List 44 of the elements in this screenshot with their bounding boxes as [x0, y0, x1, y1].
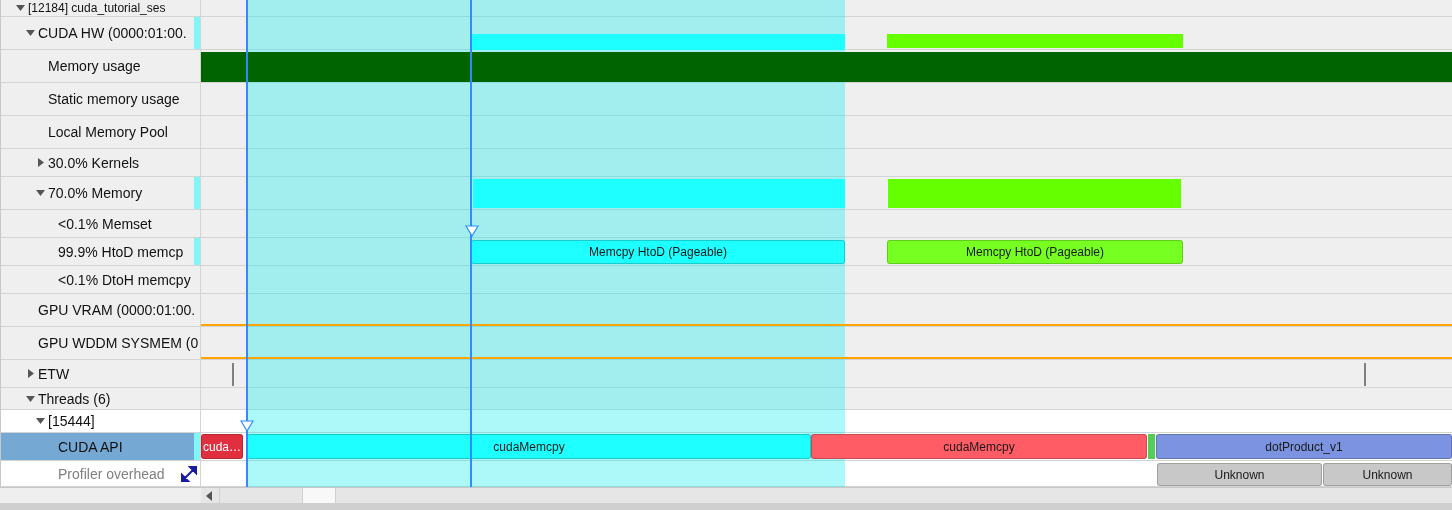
expand-icon[interactable]	[181, 465, 197, 482]
track-label: CUDA HW (0000:01:00.	[38, 26, 187, 40]
horizontal-scrollbar[interactable]	[201, 488, 1452, 503]
scroll-thumb[interactable]	[302, 488, 336, 503]
track-label: [15444]	[48, 414, 95, 428]
timeline-range[interactable]: cudaMemcpy	[247, 434, 811, 459]
collapsed-caret-icon[interactable]	[27, 369, 34, 378]
track-label-row[interactable]: [12184] cuda_tutorial_ses	[1, 0, 200, 17]
track-label: [12184] cuda_tutorial_ses	[28, 2, 166, 14]
timeline-range[interactable]: Unknown	[1157, 463, 1322, 486]
track-label: GPU WDDM SYSMEM (0	[38, 336, 199, 350]
expanded-caret-icon[interactable]	[36, 190, 45, 196]
track-label-row[interactable]: CUDA API	[1, 433, 200, 461]
timeline-range[interactable]: cudaMemcpy	[811, 434, 1147, 459]
timeline-range[interactable]: Memcpy HtoD (Pageable)	[887, 240, 1183, 264]
track-label: <0.1% DtoH memcpy	[58, 272, 191, 287]
track-label-row[interactable]: CUDA HW (0000:01:00.	[1, 17, 200, 50]
track-label: Local Memory Pool	[48, 125, 168, 139]
track-label-row[interactable]: 70.0% Memory	[1, 177, 200, 210]
expanded-caret-icon[interactable]	[26, 30, 35, 36]
track-label: Memory usage	[48, 59, 141, 73]
track-label: 70.0% Memory	[48, 186, 143, 200]
track-label-row[interactable]: Profiler overhead	[1, 461, 200, 487]
track-label: Static memory usage	[48, 92, 180, 106]
track-label: CUDA API	[58, 439, 123, 454]
time-selection[interactable]	[247, 0, 845, 487]
expanded-caret-icon[interactable]	[26, 395, 35, 402]
track-label-row[interactable]: [15444]	[1, 410, 200, 433]
track-label: Profiler overhead	[58, 466, 165, 481]
track-label: ETW	[38, 366, 70, 381]
track-label: Threads (6)	[38, 391, 111, 406]
track-label: 99.9% HtoD memcp	[58, 244, 184, 259]
track-label: 30.0% Kernels	[48, 155, 140, 170]
timeline-range[interactable]: cuda…	[201, 434, 243, 459]
track-label-row[interactable]: 99.9% HtoD memcp	[1, 238, 200, 266]
timeline-range[interactable]: Unknown	[1323, 463, 1452, 486]
track-label: GPU VRAM (0000:01:00.	[38, 303, 196, 317]
expanded-caret-icon[interactable]	[36, 418, 45, 424]
collapsed-caret-icon[interactable]	[37, 158, 44, 167]
timeline-range[interactable]: dotProduct_v1	[1156, 434, 1452, 459]
timeline-range[interactable]: Memcpy HtoD (Pageable)	[471, 240, 845, 264]
scroll-left-icon[interactable]	[206, 490, 212, 501]
track-label: <0.1% Memset	[58, 216, 152, 231]
expanded-caret-icon[interactable]	[16, 5, 25, 11]
